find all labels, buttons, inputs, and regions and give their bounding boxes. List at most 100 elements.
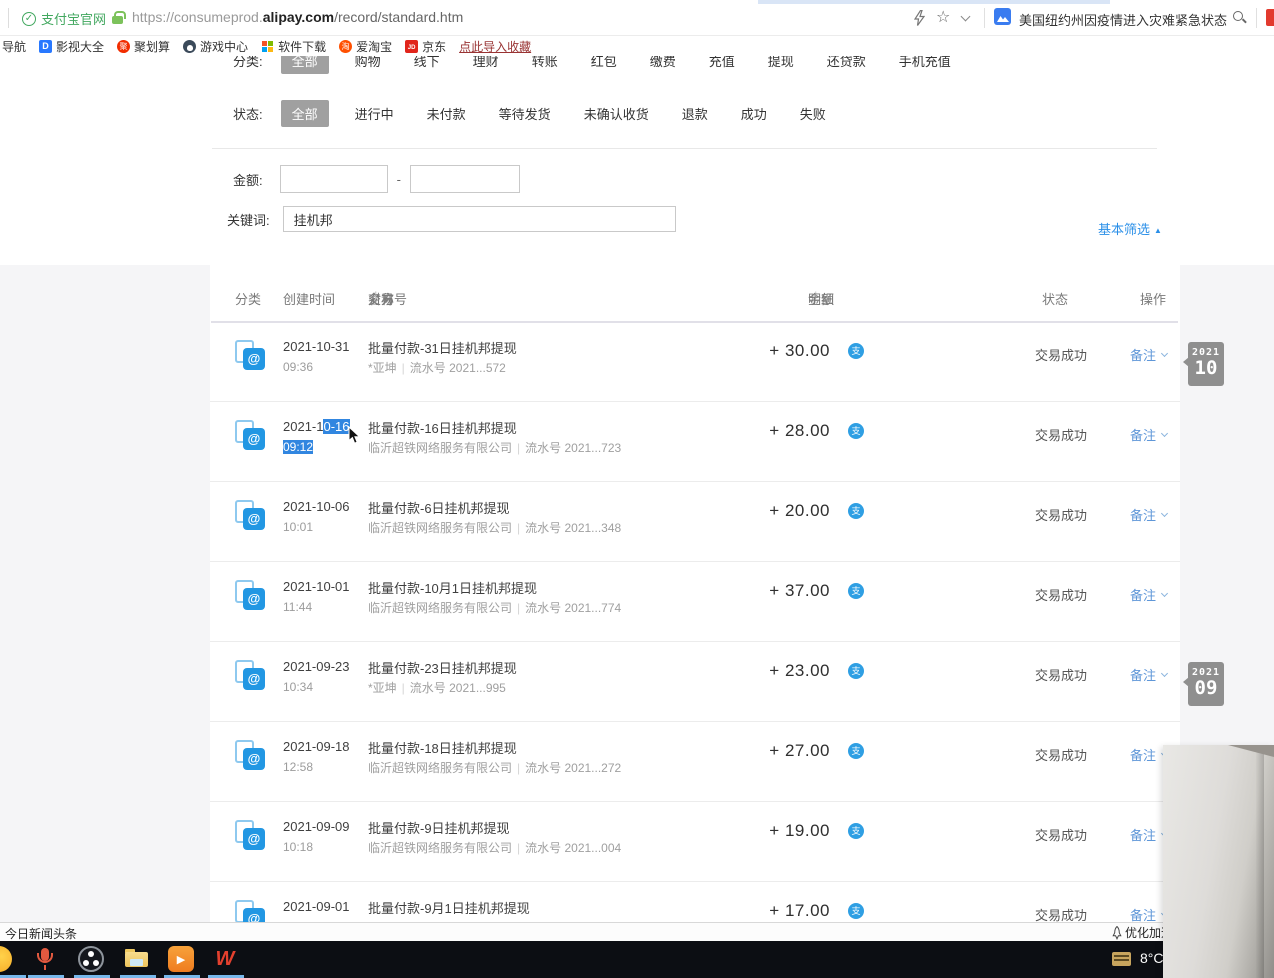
badge-month: 09: [1188, 678, 1224, 698]
row-remark-action[interactable]: 备注: [1130, 425, 1167, 444]
table-row: 2021-09-18 12:58 批量付款-18日挂机邦提现 临沂超铁网络服务有…: [210, 722, 1180, 802]
divider: [8, 8, 9, 28]
row-remark-action[interactable]: 备注: [1130, 585, 1167, 604]
status-pill[interactable]: 退款: [675, 100, 715, 127]
row-status: 交易成功: [1035, 665, 1087, 684]
microphone-app-icon[interactable]: [32, 946, 58, 972]
bookmark-import-link[interactable]: 点此导入收藏: [459, 38, 531, 55]
chevron-down-icon: [1161, 510, 1168, 517]
basic-filter-collapse-link[interactable]: 基本筛选: [1098, 219, 1162, 238]
bookmark-game-center[interactable]: 游戏中心: [183, 38, 248, 55]
obs-studio-icon[interactable]: [78, 946, 104, 972]
row-remark-action[interactable]: 备注: [1130, 745, 1167, 764]
withdraw-category-icon: [235, 580, 265, 610]
weather-temperature[interactable]: 8°C: [1140, 950, 1164, 966]
alipay-detail-icon[interactable]: [848, 663, 864, 679]
status-pill[interactable]: 等待发货: [492, 100, 558, 127]
withdraw-category-icon: [235, 420, 265, 450]
row-date: 2021-09-23: [283, 659, 350, 674]
bookmark-label: 软件下载: [278, 38, 326, 55]
row-separator: |: [517, 601, 520, 615]
toolbar-app-icon[interactable]: [1266, 9, 1274, 26]
address-url[interactable]: https://consumeprod.alipay.com/record/st…: [132, 9, 463, 25]
speed-mode-icon[interactable]: [914, 10, 925, 31]
bookmark-software-download[interactable]: 软件下载: [261, 38, 326, 55]
bookmark-juhuasuan[interactable]: 聚划算: [117, 38, 170, 55]
category-pill[interactable]: 线下: [407, 56, 447, 74]
row-subtitle: 临沂超铁网络服务有限公司|流水号 2021...004: [368, 839, 621, 856]
row-party: *亚坤: [368, 361, 397, 375]
status-pill[interactable]: 未付款: [420, 100, 473, 127]
category-pill-all[interactable]: 全部: [281, 56, 329, 74]
file-explorer-icon[interactable]: [124, 946, 150, 972]
row-subtitle: 临沂超铁网络服务有限公司|流水号 2021...723: [368, 439, 621, 456]
amount-min-input[interactable]: [280, 165, 388, 193]
category-pill[interactable]: 提现: [761, 56, 801, 74]
table-row: 2021-09-01 批量付款-9月1日挂机邦提现 + 17.00 交易成功 备…: [210, 882, 1180, 922]
alipay-detail-icon[interactable]: [848, 343, 864, 359]
remark-label: 备注: [1130, 825, 1156, 844]
juhuasuan-icon: [117, 40, 130, 53]
amount-separator: -: [397, 172, 401, 187]
category-pill[interactable]: 理财: [466, 56, 506, 74]
chevron-down-icon[interactable]: [961, 12, 971, 22]
bookmark-aitaobao[interactable]: 爱淘宝: [339, 38, 392, 55]
alipay-detail-icon[interactable]: [848, 743, 864, 759]
bookmark-label: 京东: [422, 38, 446, 55]
row-amount: + 17.00: [680, 901, 830, 921]
status-pill[interactable]: 进行中: [348, 100, 401, 127]
category-pill[interactable]: 转账: [525, 56, 565, 74]
row-remark-action[interactable]: 备注: [1130, 905, 1167, 922]
row-remark-action[interactable]: 备注: [1130, 345, 1167, 364]
category-pill[interactable]: 红包: [584, 56, 624, 74]
keyword-input[interactable]: [283, 206, 676, 232]
remark-label: 备注: [1130, 345, 1156, 364]
mouse-cursor: [348, 426, 361, 445]
wps-office-icon[interactable]: [212, 946, 238, 972]
row-remark-action[interactable]: 备注: [1130, 665, 1167, 684]
row-date: 2021-10-06: [283, 499, 350, 514]
category-label: 分类:: [233, 56, 263, 70]
favorite-star-icon[interactable]: [936, 7, 950, 27]
category-pill[interactable]: 手机充值: [892, 56, 958, 74]
bookmark-yingshidaquan[interactable]: 影视大全: [39, 38, 104, 55]
url-path: /record/standard.htm: [334, 9, 463, 25]
status-pill-all[interactable]: 全部: [281, 100, 329, 127]
row-remark-action[interactable]: 备注: [1130, 825, 1167, 844]
category-filter-row: 分类: 全部 购物 线下 理财 转账 红包 缴费 充值 提现 还贷款 手机充值: [233, 56, 977, 74]
category-pill[interactable]: 还贷款: [820, 56, 873, 74]
bookmark-jd[interactable]: 京东: [405, 38, 446, 55]
taskbar-app-icon-partial[interactable]: [0, 946, 12, 972]
row-separator: |: [402, 361, 405, 375]
row-date: 2021-09-18: [283, 739, 350, 754]
search-icon[interactable]: [1233, 11, 1243, 21]
row-time: 10:34: [283, 680, 313, 694]
row-serial: 流水号 2021...272: [525, 761, 621, 775]
site-security-badge[interactable]: 支付宝官网: [22, 9, 106, 28]
news-hot-icon[interactable]: [994, 8, 1011, 25]
alipay-detail-icon[interactable]: [848, 583, 864, 599]
category-pill[interactable]: 缴费: [643, 56, 683, 74]
status-pill[interactable]: 未确认收货: [577, 100, 656, 127]
row-separator: |: [517, 841, 520, 855]
bookmark-nav[interactable]: 导航: [2, 38, 26, 55]
news-ticker[interactable]: 美国纽约州因疫情进入灾难紧急状态: [1019, 10, 1227, 29]
status-pill[interactable]: 失败: [793, 100, 833, 127]
alipay-detail-icon[interactable]: [848, 823, 864, 839]
amount-max-input[interactable]: [410, 165, 520, 193]
row-remark-action[interactable]: 备注: [1130, 505, 1167, 524]
transactions-table: 分类 创建时间 名称|对方|交易号 金额|明细 状态 操作 2021-10-31…: [210, 265, 1180, 922]
row-separator: |: [517, 521, 520, 535]
news-headline-link[interactable]: 今日新闻头条: [5, 925, 77, 942]
alipay-detail-icon[interactable]: [848, 423, 864, 439]
row-time-selected: 09:12: [283, 440, 313, 454]
row-date: 2021-10-31: [283, 339, 350, 354]
category-pill[interactable]: 充值: [702, 56, 742, 74]
alipay-detail-icon[interactable]: [848, 903, 864, 919]
withdraw-category-icon: [235, 900, 265, 922]
alipay-detail-icon[interactable]: [848, 503, 864, 519]
status-pill[interactable]: 成功: [734, 100, 774, 127]
video-converter-icon[interactable]: [168, 946, 194, 972]
category-pill[interactable]: 购物: [348, 56, 388, 74]
input-method-icon[interactable]: [1112, 952, 1131, 966]
